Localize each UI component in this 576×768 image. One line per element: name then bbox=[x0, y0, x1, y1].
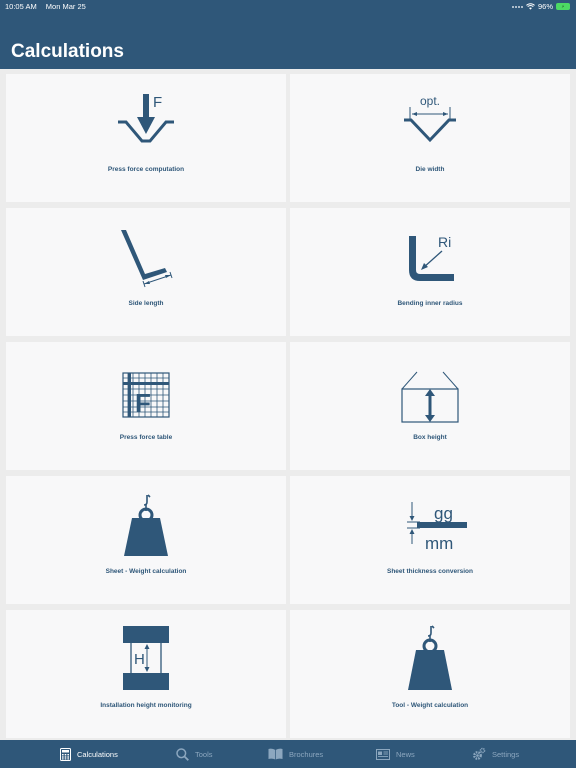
tile-label: Bending inner radius bbox=[397, 300, 463, 307]
press-force-table-icon: F bbox=[122, 372, 170, 418]
tile-label: Die width bbox=[415, 166, 445, 173]
news-icon bbox=[376, 748, 390, 760]
thickness-icon-top: gg bbox=[434, 504, 453, 523]
thickness-icon-bottom: mm bbox=[425, 534, 453, 553]
calculator-icon bbox=[60, 747, 71, 761]
battery-icon: ⚡ bbox=[556, 3, 570, 10]
weight-icon bbox=[124, 494, 168, 556]
tile-label: Press force computation bbox=[107, 166, 185, 173]
tab-settings[interactable]: Settings bbox=[472, 747, 519, 761]
battery-percent: 96% bbox=[537, 2, 553, 11]
tile-label: Installation height monitoring bbox=[100, 702, 192, 709]
tile-side-length[interactable]: Side length bbox=[6, 208, 286, 336]
header: Calculations bbox=[0, 14, 576, 69]
thickness-icon: gg mm bbox=[407, 502, 467, 553]
box-height-icon bbox=[401, 371, 459, 423]
signal-dots-icon bbox=[511, 5, 523, 8]
tab-tools[interactable]: Tools bbox=[176, 747, 213, 761]
gear-icon bbox=[473, 747, 486, 760]
tile-label: Tool - Weight calculation bbox=[391, 702, 469, 709]
side-length-icon bbox=[121, 230, 173, 288]
page-title: Calculations bbox=[11, 41, 124, 62]
inner-radius-icon-label: Ri bbox=[438, 234, 451, 250]
status-bar: 10:05 AM Mon Mar 25 96% ⚡ bbox=[0, 0, 576, 14]
tab-label: Calculations bbox=[77, 749, 118, 759]
search-icon bbox=[176, 747, 189, 761]
tile-press-force-table[interactable]: F Press force table bbox=[6, 342, 286, 470]
tile-tool-weight-calculation[interactable]: Tool - Weight calculation bbox=[290, 610, 570, 738]
inner-radius-icon: Ri bbox=[409, 234, 454, 281]
status-date: Mon Mar 25 bbox=[45, 2, 86, 11]
tile-box-height[interactable]: Box height bbox=[290, 342, 570, 470]
status-time: 10:05 AM bbox=[5, 2, 37, 11]
wifi-icon bbox=[526, 3, 535, 10]
tab-label: News bbox=[396, 749, 415, 759]
press-force-table-icon-letter: F bbox=[135, 388, 151, 418]
tab-label: Settings bbox=[492, 749, 520, 759]
tile-press-force-computation[interactable]: F Press force computation bbox=[6, 74, 286, 202]
tile-label: Box height bbox=[413, 434, 447, 441]
tile-die-width[interactable]: opt. Die width bbox=[290, 74, 570, 202]
tab-brochures[interactable]: Brochures bbox=[268, 747, 323, 761]
tab-bar: Calculations Tools Brochures News Settin… bbox=[0, 740, 576, 768]
tile-sheet-thickness-conversion[interactable]: gg mm Sheet thickness conversion bbox=[290, 476, 570, 604]
tile-label: Sheet - Weight calculation bbox=[105, 568, 187, 575]
install-height-icon: H bbox=[123, 626, 169, 690]
tab-calculations[interactable]: Calculations bbox=[60, 747, 118, 761]
tab-label: Tools bbox=[195, 749, 213, 759]
press-force-icon: F bbox=[118, 94, 174, 143]
tile-installation-height-monitoring[interactable]: H Installation height monitoring bbox=[6, 610, 286, 738]
book-icon bbox=[268, 748, 283, 760]
tile-sheet-weight-calculation[interactable]: Sheet - Weight calculation bbox=[6, 476, 286, 604]
die-width-icon: opt. bbox=[404, 94, 456, 143]
calculations-grid: F Press force computation opt. Die width… bbox=[6, 74, 572, 738]
tile-bending-inner-radius[interactable]: Ri Bending inner radius bbox=[290, 208, 570, 336]
tab-news[interactable]: News bbox=[376, 747, 415, 761]
install-height-icon-letter: H bbox=[134, 651, 145, 668]
tab-label: Brochures bbox=[289, 749, 324, 759]
tile-label: Side length bbox=[128, 300, 164, 307]
tile-label: Press force table bbox=[119, 434, 173, 441]
tile-label: Sheet thickness conversion bbox=[387, 568, 473, 575]
press-force-icon-letter: F bbox=[153, 94, 162, 111]
die-width-icon-label: opt. bbox=[420, 94, 440, 108]
tool-weight-icon bbox=[408, 625, 452, 690]
